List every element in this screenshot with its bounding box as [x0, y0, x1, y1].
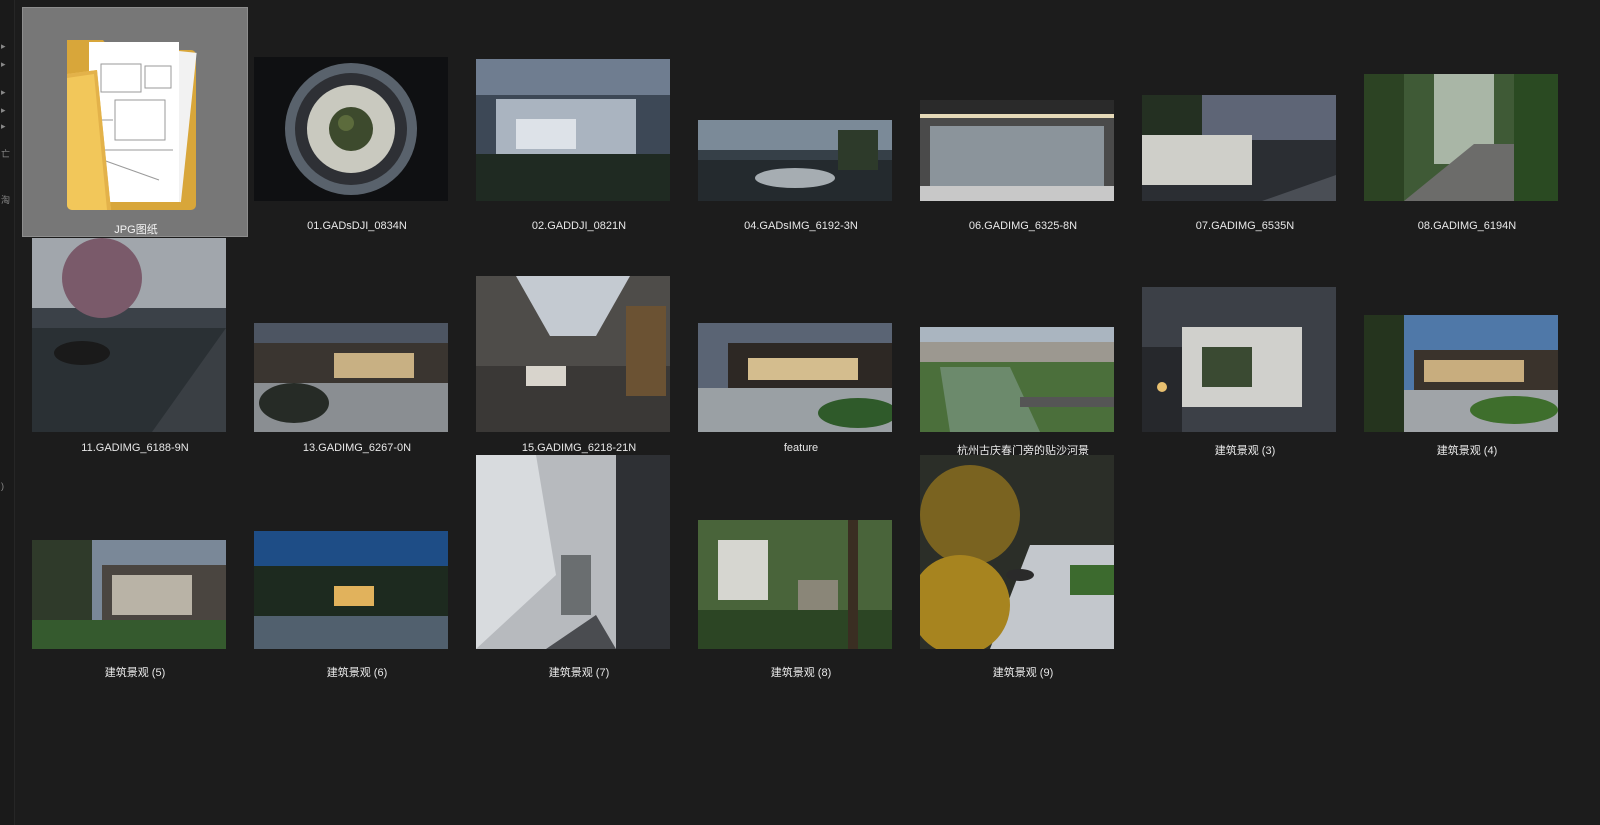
image-thumbnail: [476, 276, 670, 432]
folder-item[interactable]: JPG图纸: [22, 7, 248, 237]
image-item[interactable]: 04.GADsIMG_6192-3N: [688, 7, 914, 237]
image-thumbnail: [254, 323, 448, 432]
file-name: 建筑景观 (7): [548, 667, 610, 679]
file-name: 建筑景观 (5): [104, 667, 166, 679]
image-item[interactable]: 02.GADDJI_0821N: [466, 7, 692, 237]
nav-item-fragment: 亡: [1, 149, 11, 159]
image-item[interactable]: 06.GADIMG_6325-8N: [910, 7, 1136, 237]
expand-arrow-icon[interactable]: ▸: [1, 60, 6, 69]
file-name: 建筑景观 (9): [992, 667, 1054, 679]
image-item[interactable]: 15.GADIMG_6218-21N: [466, 229, 692, 459]
file-name: 建筑景观 (3): [1214, 445, 1276, 457]
image-thumbnail: [698, 120, 892, 201]
image-thumbnail: [32, 540, 226, 649]
image-item[interactable]: 07.GADIMG_6535N: [1132, 7, 1358, 237]
image-thumbnail: [698, 520, 892, 649]
image-item[interactable]: 建筑景观 (9): [910, 451, 1136, 681]
image-thumbnail: [254, 531, 448, 649]
image-thumbnail: [1142, 287, 1336, 432]
expand-arrow-icon[interactable]: ▸: [1, 122, 6, 131]
image-item[interactable]: feature: [688, 229, 914, 459]
image-item[interactable]: 建筑景观 (3): [1132, 229, 1358, 459]
image-thumbnail: [920, 100, 1114, 201]
file-name: 建筑景观 (8): [770, 667, 832, 679]
image-thumbnail: [698, 323, 892, 432]
expand-arrow-icon[interactable]: ▸: [1, 106, 6, 115]
image-thumbnail: [1364, 74, 1558, 201]
image-thumbnail: [32, 238, 226, 432]
image-item[interactable]: 杭州古庆春门旁的贴沙河景: [910, 229, 1136, 459]
expand-arrow-icon[interactable]: ▸: [1, 88, 6, 97]
image-thumbnail: [476, 455, 670, 649]
expand-arrow-icon[interactable]: ▸: [1, 42, 6, 51]
image-item[interactable]: 13.GADIMG_6267-0N: [244, 229, 470, 459]
image-thumbnail: [1142, 95, 1336, 201]
folder-icon: [67, 40, 197, 210]
image-thumbnail: [920, 327, 1114, 432]
file-name: 建筑景观 (4): [1436, 445, 1498, 457]
file-name: 建筑景观 (6): [326, 667, 388, 679]
image-item[interactable]: 01.GADsDJI_0834N: [244, 7, 470, 237]
image-thumbnail: [920, 455, 1114, 649]
image-item[interactable]: 建筑景观 (5): [22, 451, 248, 681]
image-item[interactable]: 建筑景观 (7): [466, 451, 692, 681]
image-item[interactable]: 11.GADIMG_6188-9N: [22, 229, 248, 459]
image-thumbnail: [476, 59, 670, 201]
image-item[interactable]: 建筑景观 (8): [688, 451, 914, 681]
navigation-pane-edge[interactable]: ▸ ▸ ▸ ▸ ▸ 亡 淘 ): [0, 0, 15, 825]
nav-item-fragment: 淘: [1, 195, 11, 205]
image-thumbnail: [254, 57, 448, 201]
image-item[interactable]: 建筑景观 (6): [244, 451, 470, 681]
nav-item-fragment: ): [1, 481, 4, 491]
image-thumbnail: [1364, 315, 1558, 432]
image-item[interactable]: 建筑景观 (4): [1354, 229, 1580, 459]
image-item[interactable]: 08.GADIMG_6194N: [1354, 7, 1580, 237]
